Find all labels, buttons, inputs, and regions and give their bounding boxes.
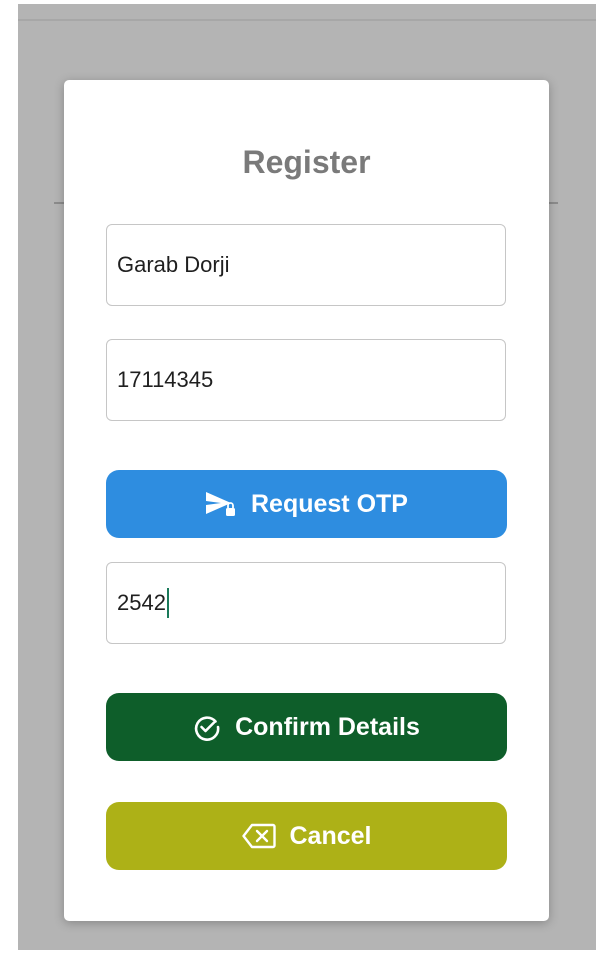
request-otp-label: Request OTP xyxy=(251,489,408,518)
register-dialog: Register Garab Dorji 17114345 Request OT… xyxy=(64,80,549,921)
request-otp-button[interactable]: Request OTP xyxy=(106,470,507,538)
confirm-details-button[interactable]: Confirm Details xyxy=(106,693,507,761)
name-input[interactable]: Garab Dorji xyxy=(106,224,506,306)
text-cursor xyxy=(166,588,169,618)
phone-input[interactable]: 17114345 xyxy=(106,339,506,421)
dialog-title: Register xyxy=(242,144,371,180)
check-circle-icon xyxy=(193,713,221,741)
otp-input[interactable]: 2542 xyxy=(106,562,506,644)
background-top-divider xyxy=(18,19,596,21)
confirm-details-label: Confirm Details xyxy=(235,712,420,741)
backspace-icon xyxy=(241,823,276,849)
name-input-value: Garab Dorji xyxy=(117,252,230,277)
cancel-button[interactable]: Cancel xyxy=(106,802,507,870)
send-lock-icon xyxy=(205,490,237,518)
phone-input-value: 17114345 xyxy=(117,367,214,392)
cancel-label: Cancel xyxy=(289,821,372,850)
otp-input-value: 2542 xyxy=(117,590,166,615)
screen: Register Garab Dorji 17114345 Request OT… xyxy=(0,0,596,958)
